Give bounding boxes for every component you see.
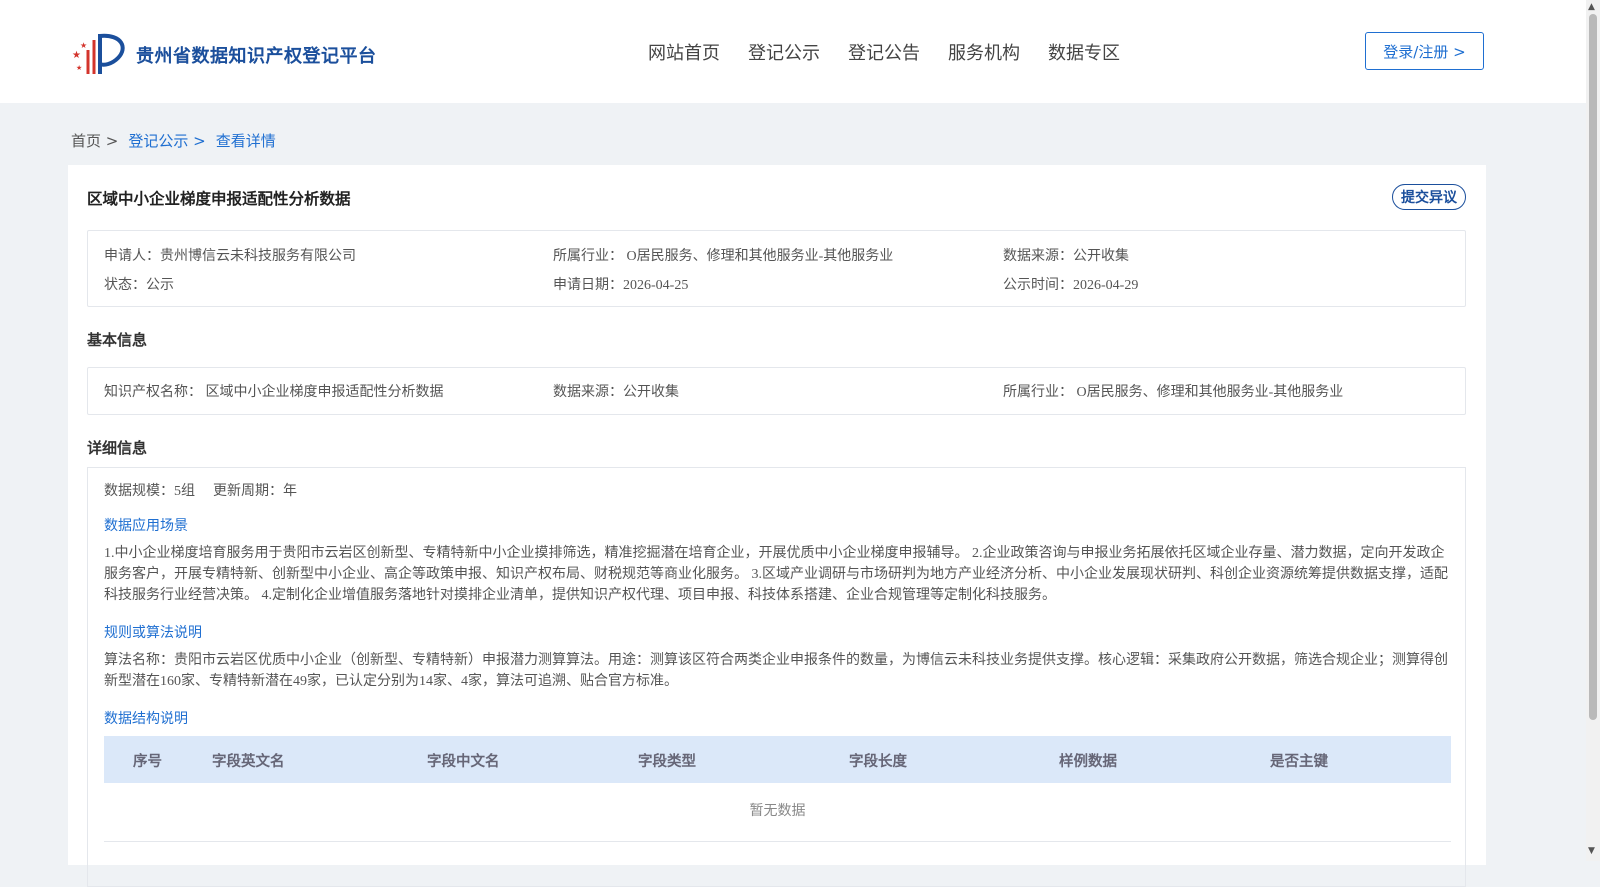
svg-text:★: ★ [72,50,81,61]
structure-title: 数据结构说明 [104,712,188,727]
data-source: 数据来源：公开收集 [1003,249,1129,264]
platform-name[interactable]: 贵州省数据知识产权登记平台 [136,42,377,68]
detail-info-title: 详细信息 [87,439,148,457]
record-title: 区域中小企业梯度申报适配性分析数据 [87,190,351,208]
top-header: ★ ★ ★ 贵州省数据知识产权登记平台 网站首页 登记公示 登记公告 服务机构 … [0,0,1586,103]
status: 状态：公示 [104,278,174,293]
th-field-en: 字段英文名 [212,754,285,770]
industry: 所属行业： O居民服务、修理和其他服务业-其他服务业 [553,249,894,264]
scroll-down-arrow-icon[interactable]: ▼ [1588,846,1595,856]
th-sample-data: 样例数据 [1059,754,1117,770]
table-empty-state: 暂无数据 [104,783,1451,842]
update-cycle: 更新周期：年 [213,484,297,499]
basic-data-source: 数据来源：公开收集 [553,385,679,400]
nav-data-zone[interactable]: 数据专区 [1048,39,1120,65]
basic-info-title: 基本信息 [87,331,148,349]
detail-info-box: 数据规模：5组 更新周期：年 数据应用场景 1.中小企业梯度培育服务用于贵阳市云岩… [87,467,1466,887]
breadcrumb-home[interactable]: 首页 > [71,130,118,151]
th-index: 序号 [133,754,162,770]
structure-table-header: 序号 字段英文名 字段中文名 字段类型 字段长度 样例数据 是否主键 [104,736,1451,783]
data-scale: 数据规模：5组 [104,484,195,499]
svg-text:★: ★ [80,41,87,50]
login-register-button[interactable]: 登录/注册 > [1365,32,1484,70]
detail-card: 区域中小企业梯度申报适配性分析数据 提交异议 申请人：贵州博信云未科技服务有限公… [68,165,1486,887]
breadcrumb-registration-publicity[interactable]: 登记公示 > [128,130,205,151]
basic-info-box: 知识产权名称： 区域中小企业梯度申报适配性分析数据 数据来源：公开收集 所属行业… [87,367,1466,415]
svg-text:★: ★ [76,64,82,72]
th-primary-key: 是否主键 [1270,754,1328,770]
nav-service-agencies[interactable]: 服务机构 [948,39,1020,65]
breadcrumb-current: 查看详情 [215,132,276,150]
algorithm-title: 规则或算法说明 [104,626,202,641]
main-nav: 网站首页 登记公示 登记公告 服务机构 数据专区 [648,39,1120,65]
breadcrumb: 首页 > 登记公示 > 查看详情 [71,130,276,151]
scenario-title: 数据应用场景 [104,519,188,534]
nav-home[interactable]: 网站首页 [648,39,720,65]
scenario-text: 1.中小企业梯度培育服务用于贵阳市云岩区创新型、专精特新中小企业摸排筛选，精准挖… [104,546,1448,603]
nav-registration-publicity[interactable]: 登记公示 [748,39,820,65]
scrollbar-thumb[interactable] [1589,14,1597,720]
algorithm-text: 算法名称：贵阳市云岩区优质中小企业（创新型、专精特新）申报潜力测算算法。用途：测… [104,653,1448,689]
ip-name: 知识产权名称： 区域中小企业梯度申报适配性分析数据 [104,385,444,400]
platform-logo-icon: ★ ★ ★ [72,33,125,74]
th-field-type: 字段类型 [638,754,696,770]
scale-line: 数据规模：5组 更新周期：年 [104,480,297,500]
submit-objection-button[interactable]: 提交异议 [1392,184,1466,210]
publish-date: 公示时间：2026-04-29 [1003,278,1139,293]
summary-box: 申请人：贵州博信云未科技服务有限公司 所属行业： O居民服务、修理和其他服务业-… [87,230,1466,307]
nav-registration-announcement[interactable]: 登记公告 [848,39,920,65]
apply-date: 申请日期：2026-04-25 [553,278,689,293]
th-field-length: 字段长度 [849,754,907,770]
th-field-cn: 字段中文名 [427,754,500,770]
applicant: 申请人：贵州博信云未科技服务有限公司 [104,249,356,264]
scroll-up-arrow-icon[interactable]: ▲ [1588,2,1595,12]
basic-industry: 所属行业： O居民服务、修理和其他服务业-其他服务业 [1003,385,1344,400]
